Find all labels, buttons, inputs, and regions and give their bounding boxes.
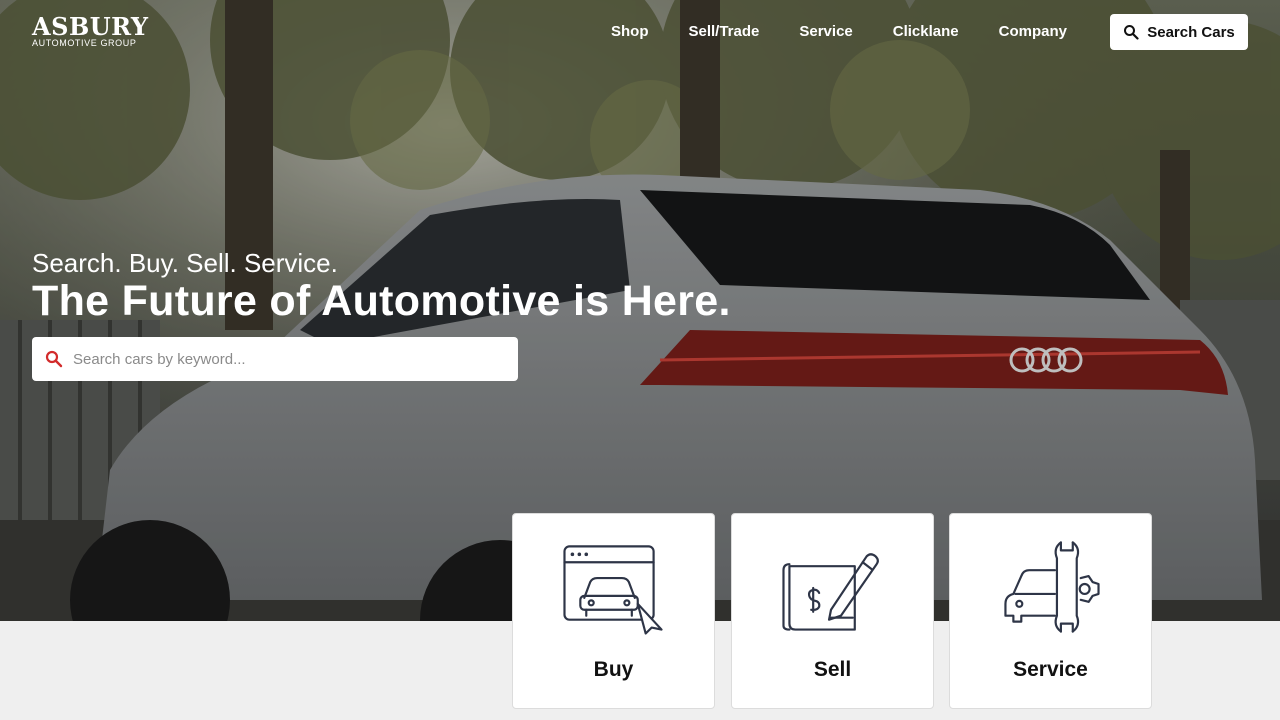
search-icon — [1124, 25, 1139, 40]
hero-tagline: Search. Buy. Sell. Service. — [32, 248, 338, 278]
nav-item-clicklane[interactable]: Clicklane — [893, 22, 959, 42]
asbury-logo[interactable]: ASBURY AUTOMOTIVE GROUP — [32, 14, 149, 48]
browser-car-icon — [563, 545, 663, 635]
nav-item-shop[interactable]: Shop — [611, 22, 649, 42]
service-card[interactable]: Service — [949, 513, 1152, 709]
contract-pen-icon — [782, 553, 879, 631]
logo-wordmark: ASBURY — [32, 12, 149, 41]
logo-subtitle: AUTOMOTIVE GROUP — [32, 38, 137, 48]
buy-card[interactable]: Buy — [512, 513, 715, 709]
buy-card-label: Buy — [593, 658, 634, 681]
nav-item-company[interactable]: Company — [999, 22, 1067, 42]
sell-card-label: Sell — [813, 658, 852, 681]
hero-headline: The Future of Automotive is Here. — [32, 277, 731, 325]
service-card-label: Service — [1013, 658, 1088, 681]
keyword-search-box — [32, 337, 518, 381]
search-icon — [45, 350, 63, 368]
main-nav: Shop Sell/Trade Service Clicklane Compan… — [611, 22, 1067, 42]
nav-item-service[interactable]: Service — [799, 22, 852, 42]
search-cars-button[interactable]: Search Cars — [1110, 14, 1248, 50]
keyword-search-input[interactable] — [73, 350, 493, 368]
sell-card[interactable]: Sell — [731, 513, 934, 709]
search-cars-label: Search Cars — [1147, 23, 1235, 41]
nav-item-sell-trade[interactable]: Sell/Trade — [689, 22, 760, 42]
car-wrench-icon — [1004, 541, 1100, 633]
